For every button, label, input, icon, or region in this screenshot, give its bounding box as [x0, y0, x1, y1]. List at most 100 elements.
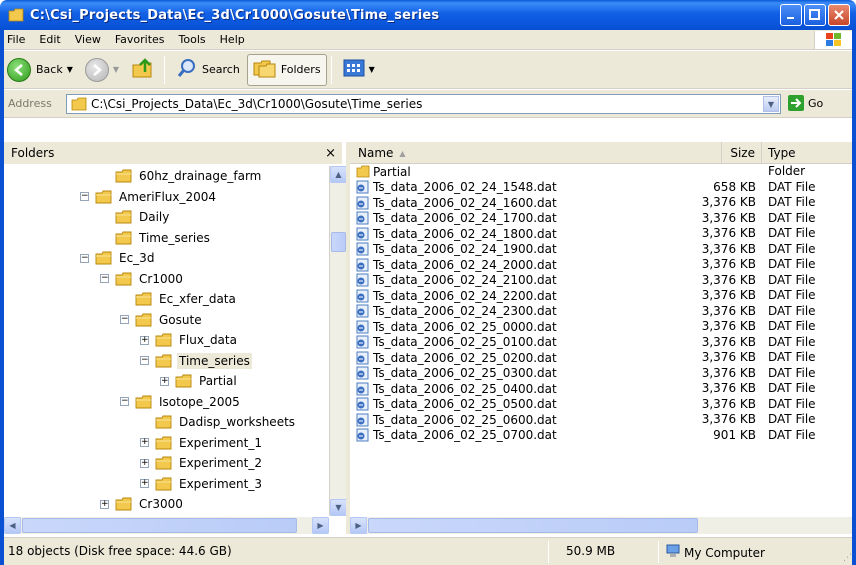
file-row[interactable]: Ts_data_2006_02_25_0200.dat 3,376 KB DAT F…	[350, 350, 852, 365]
column-size[interactable]: Size	[722, 142, 762, 164]
file-row[interactable]: Ts_data_2006_02_24_1600.dat 3,376 KB DAT F…	[350, 195, 852, 210]
file-row[interactable]: Ts_data_2006_02_25_0300.dat 3,376 KB DAT F…	[350, 366, 852, 381]
forward-button[interactable]: ▼	[80, 54, 124, 86]
tree-item[interactable]: + Cr3000	[100, 494, 185, 514]
tree-item[interactable]: − Cr1000	[100, 269, 185, 289]
file-type: DAT File	[768, 365, 816, 380]
scroll-right-icon[interactable]: ▶	[312, 517, 329, 534]
folders-label: Folders	[280, 63, 321, 76]
folder-tree: 60hz_drainage_farm − AmeriFlux_2004 Daily Ti…	[4, 166, 330, 516]
expand-icon[interactable]: +	[140, 438, 149, 447]
scroll-down-icon[interactable]: ▼	[330, 499, 347, 516]
file-row[interactable]: Ts_data_2006_02_25_0000.dat 3,376 KB DAT F…	[350, 319, 852, 334]
file-row[interactable]: Ts_data_2006_02_24_1700.dat 3,376 KB DAT F…	[350, 211, 852, 226]
tree-item[interactable]: − Isotope_2005	[120, 392, 242, 412]
expand-icon[interactable]: +	[140, 335, 149, 345]
tree-item-label: Cr3000	[139, 497, 183, 511]
tree-item[interactable]: Daily	[100, 207, 171, 227]
address-input[interactable]: C:\Csi_Projects_Data\Ec_3d\Cr1000\Gosute…	[66, 94, 781, 114]
folder-icon	[155, 415, 173, 429]
folder-tree-scrollbar[interactable]: ▲ ▼	[329, 166, 347, 516]
folder-icon	[135, 313, 153, 327]
collapse-icon[interactable]: −	[100, 274, 109, 283]
scroll-thumb[interactable]	[22, 518, 297, 533]
folders-pane-header: Folders ×	[4, 142, 342, 164]
up-folder-button[interactable]	[126, 54, 160, 86]
windows-logo-icon	[814, 31, 852, 49]
collapse-icon[interactable]: −	[80, 253, 89, 263]
menu-view[interactable]: View	[68, 33, 108, 46]
views-button[interactable]: ▼	[338, 54, 380, 86]
expand-icon[interactable]: +	[140, 458, 149, 468]
address-dropdown-icon[interactable]: ▼	[763, 96, 779, 112]
views-dropdown-icon[interactable]: ▼	[369, 65, 375, 74]
expand-icon[interactable]: +	[100, 499, 109, 509]
folder-tree-hscrollbar[interactable]: ◀ ▶	[4, 517, 329, 534]
file-list-hscrollbar[interactable]: ◀ ▶	[350, 517, 852, 534]
file-row[interactable]: Ts_data_2006_02_24_2000.dat 3,376 KB DAT F…	[350, 257, 852, 272]
scroll-up-icon[interactable]: ▲	[330, 166, 347, 183]
minimize-button[interactable]	[780, 4, 802, 26]
menu-edit[interactable]: Edit	[32, 33, 67, 46]
file-row[interactable]: Ts_data_2006_02_25_0700.dat 901 KB DAT Fil…	[350, 428, 852, 443]
maximize-button[interactable]	[804, 4, 826, 26]
scroll-left-icon[interactable]: ◀	[4, 517, 21, 534]
scroll-thumb[interactable]	[368, 518, 698, 533]
file-row[interactable]: Ts_data_2006_02_24_2300.dat 3,376 KB DAT F…	[350, 304, 852, 319]
search-label: Search	[202, 63, 240, 76]
scroll-right-icon[interactable]: ▶	[350, 517, 367, 534]
tree-item[interactable]: − Ec_3d	[80, 248, 156, 268]
folder-icon	[356, 165, 370, 179]
forward-dropdown-icon[interactable]: ▼	[113, 65, 119, 74]
back-dropdown-icon[interactable]: ▼	[67, 65, 73, 74]
file-row[interactable]: Ts_data_2006_02_25_0500.dat 3,376 KB DAT F…	[350, 397, 852, 412]
file-name: Ts_data_2006_02_25_0200.dat	[356, 350, 557, 365]
tree-item[interactable]: − AmeriFlux_2004	[80, 187, 218, 207]
file-row[interactable]: Partial Folder	[350, 164, 852, 179]
tree-item[interactable]: Time_series	[100, 228, 212, 248]
go-button[interactable]: Go	[788, 95, 823, 111]
collapse-icon[interactable]: −	[140, 356, 149, 365]
scroll-thumb[interactable]	[331, 232, 346, 252]
file-row[interactable]: Ts_data_2006_02_24_2200.dat 3,376 KB DAT F…	[350, 288, 852, 303]
title-bar[interactable]: C:\Csi_Projects_Data\Ec_3d\Cr1000\Gosute…	[0, 0, 856, 30]
toolbar-separator	[330, 55, 332, 84]
tree-item[interactable]: Dadisp_worksheets	[140, 412, 297, 432]
menu-favorites[interactable]: Favorites	[108, 33, 172, 46]
file-row[interactable]: Ts_data_2006_02_24_1548.dat 658 KB DAT Fil…	[350, 180, 852, 195]
file-row[interactable]: Ts_data_2006_02_25_0100.dat 3,376 KB DAT F…	[350, 335, 852, 350]
collapse-icon[interactable]: −	[80, 192, 89, 201]
tree-item[interactable]: − Gosute	[120, 310, 204, 330]
file-row[interactable]: Ts_data_2006_02_24_1900.dat 3,376 KB DAT F…	[350, 242, 852, 257]
file-name-label: Ts_data_2006_02_24_2300.dat	[373, 304, 557, 318]
tree-item[interactable]: + Flux_data	[140, 330, 239, 350]
tree-item[interactable]: + Partial	[160, 371, 239, 391]
close-button[interactable]	[828, 4, 850, 26]
expand-icon[interactable]: +	[140, 479, 149, 488]
file-row[interactable]: Ts_data_2006_02_24_1800.dat 3,376 KB DAT F…	[350, 226, 852, 241]
menu-tools[interactable]: Tools	[172, 33, 213, 46]
resize-grip-icon[interactable]: ⋰	[843, 553, 852, 563]
column-type[interactable]: Type	[762, 142, 852, 164]
file-row[interactable]: Ts_data_2006_02_25_0400.dat 3,376 KB DAT F…	[350, 381, 852, 396]
tree-item[interactable]: + Experiment_2	[140, 453, 264, 473]
back-button[interactable]: Back ▼	[2, 54, 78, 86]
folder-icon	[135, 395, 153, 409]
file-row[interactable]: Ts_data_2006_02_24_2100.dat 3,376 KB DAT F…	[350, 273, 852, 288]
tree-item[interactable]: Ec_xfer_data	[120, 289, 238, 309]
collapse-icon[interactable]: −	[120, 397, 129, 406]
column-name[interactable]: Name ▲	[350, 142, 722, 164]
folders-button[interactable]: Folders	[246, 53, 327, 86]
close-icon[interactable]: ×	[325, 146, 336, 161]
tree-item[interactable]: 60hz_drainage_farm	[100, 166, 263, 186]
status-separator	[658, 541, 659, 563]
menu-help[interactable]: Help	[213, 33, 252, 46]
collapse-icon[interactable]: −	[120, 315, 129, 324]
search-button[interactable]: Search	[171, 54, 245, 86]
tree-item[interactable]: + Experiment_3	[140, 474, 264, 494]
menu-file[interactable]: File	[0, 33, 32, 46]
expand-icon[interactable]: +	[160, 376, 169, 386]
tree-item[interactable]: − Time_series	[140, 351, 252, 371]
file-row[interactable]: Ts_data_2006_02_25_0600.dat 3,376 KB DAT F…	[350, 412, 852, 427]
tree-item[interactable]: + Experiment_1	[140, 433, 264, 453]
